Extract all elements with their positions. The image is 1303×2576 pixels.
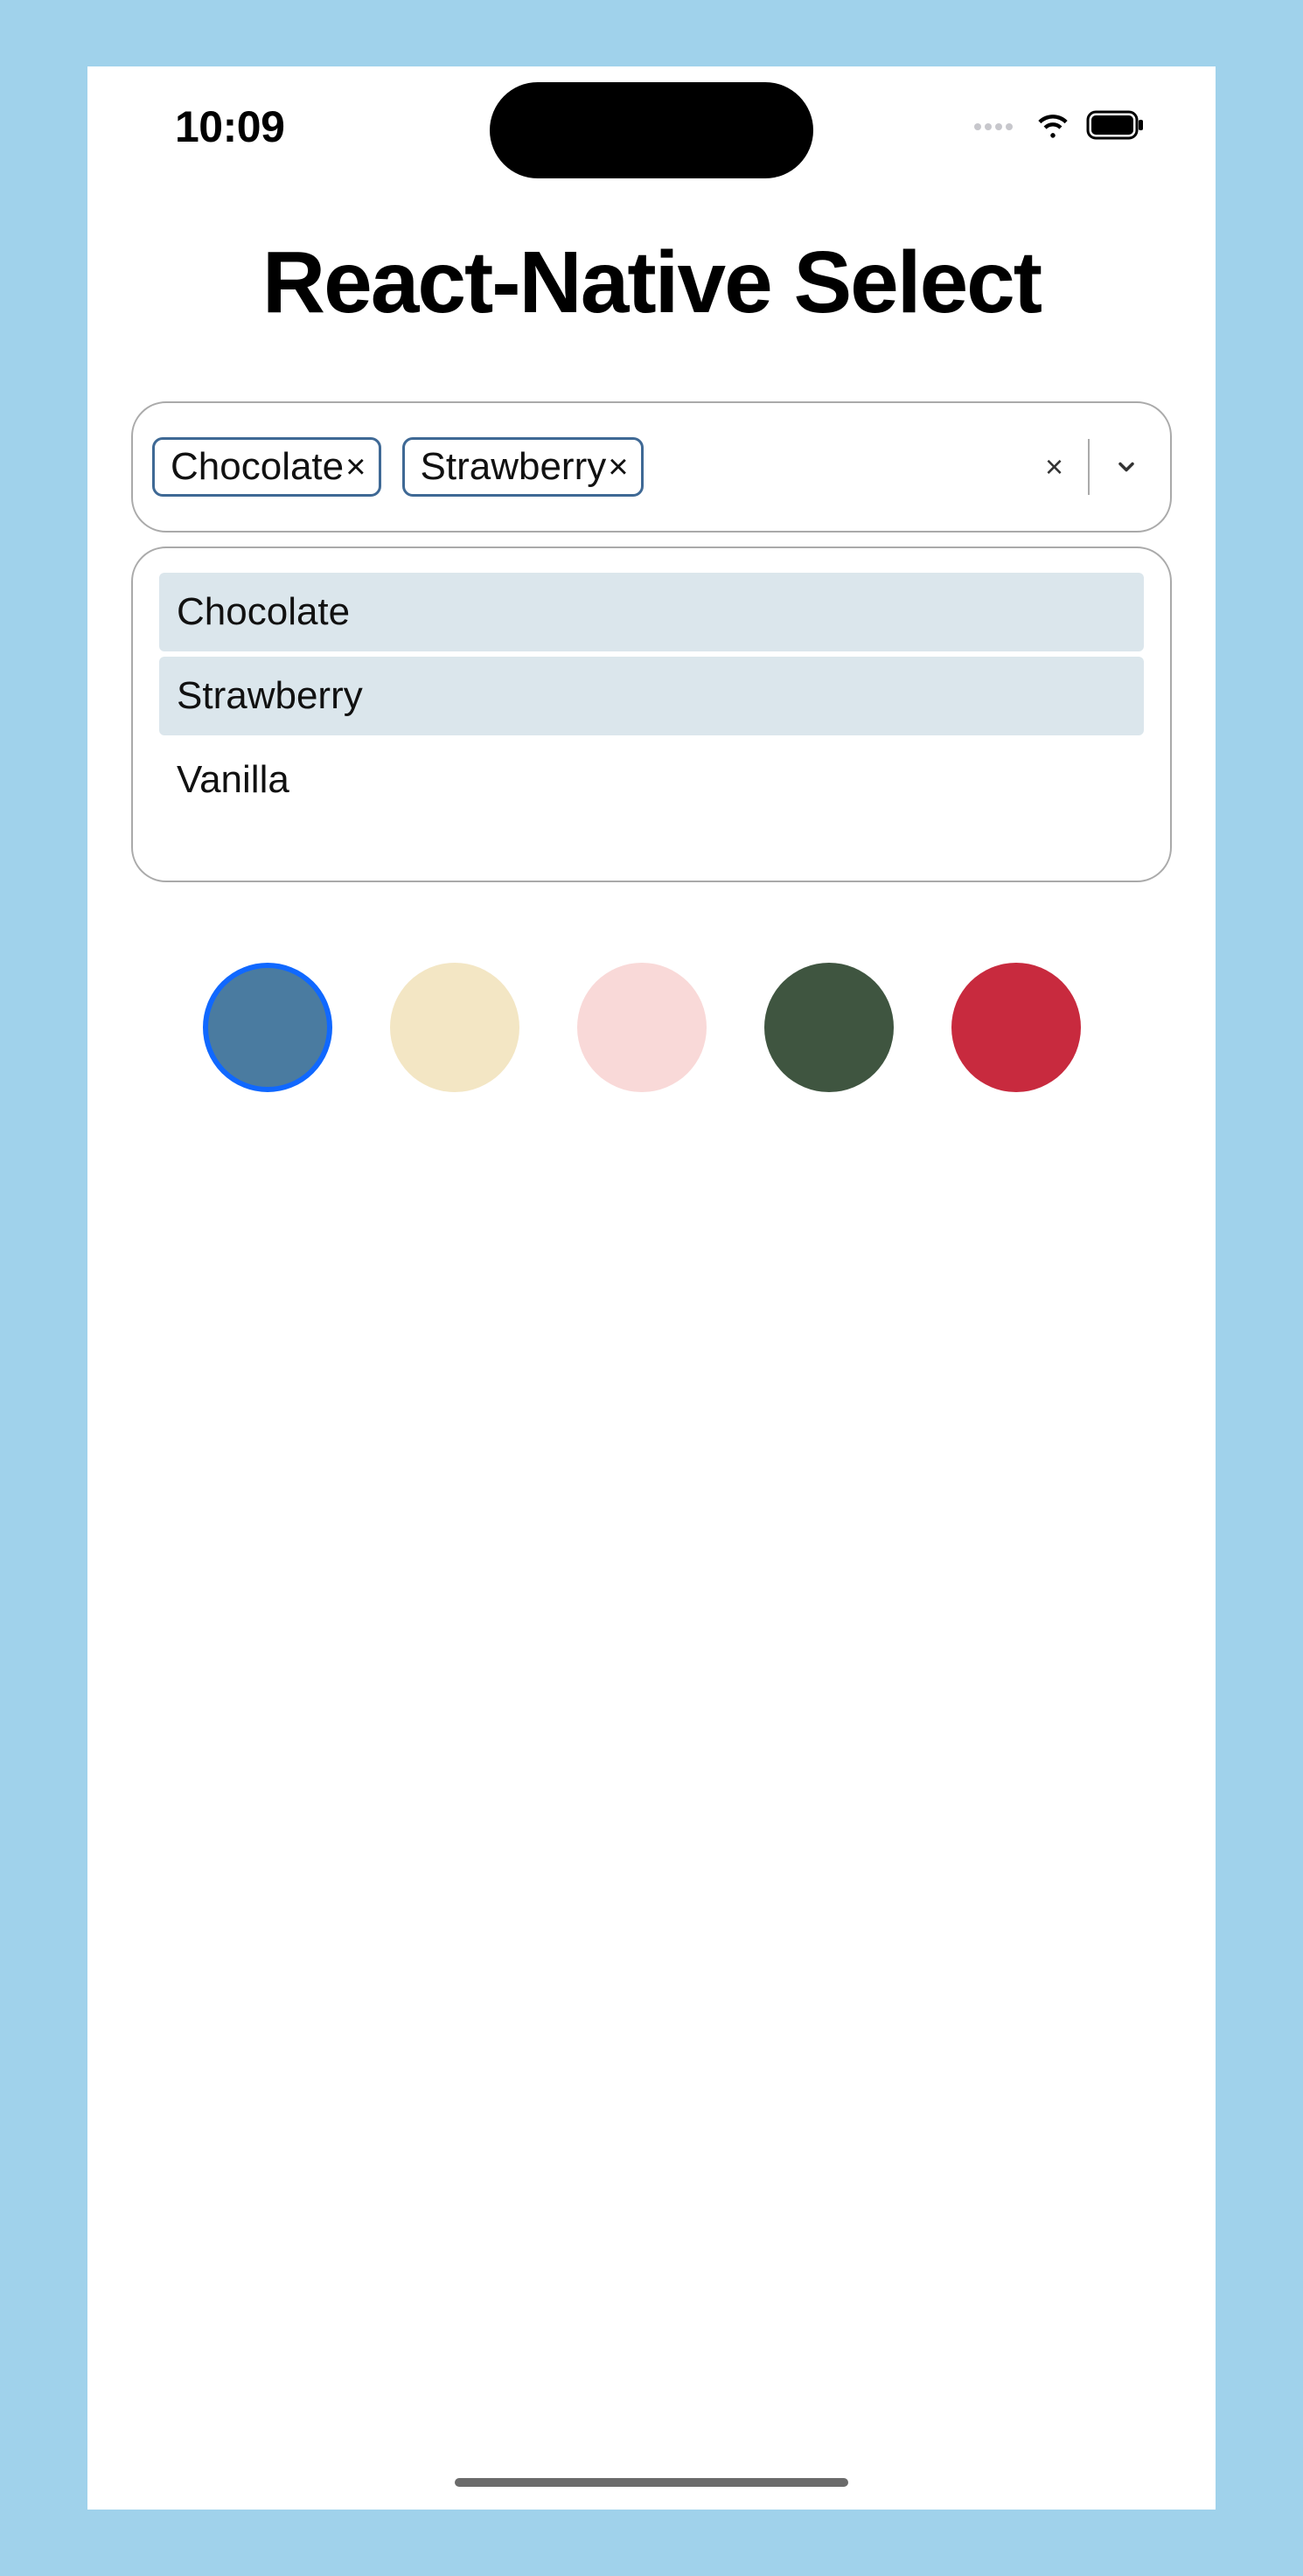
select-menu: ChocolateStrawberryVanilla: [131, 547, 1172, 882]
phone-frame: 10:09 React-Native Select Chocolate×Stra…: [87, 66, 1216, 2510]
notch: [490, 82, 813, 178]
clear-button[interactable]: ×: [1045, 449, 1063, 485]
home-indicator: [455, 2478, 848, 2487]
close-icon[interactable]: ×: [345, 449, 366, 484]
status-time: 10:09: [175, 101, 284, 152]
battery-icon: [1086, 110, 1146, 144]
color-swatch[interactable]: [203, 963, 332, 1092]
color-swatch[interactable]: [764, 963, 894, 1092]
select-chips: Chocolate×Strawberry×: [152, 437, 1028, 497]
chevron-down-icon[interactable]: [1114, 455, 1139, 479]
wifi-icon: [1034, 106, 1072, 149]
chip-label: Strawberry: [421, 445, 607, 489]
select-option[interactable]: Strawberry: [159, 657, 1144, 735]
cellular-dots-icon: [974, 123, 1013, 130]
content: React-Native Select Chocolate×Strawberry…: [87, 180, 1216, 1092]
color-swatches: [131, 963, 1172, 1092]
close-icon[interactable]: ×: [608, 449, 628, 484]
color-swatch[interactable]: [390, 963, 519, 1092]
status-right: [974, 106, 1146, 149]
select-actions: ×: [1045, 439, 1151, 495]
select-option[interactable]: Chocolate: [159, 573, 1144, 651]
chip[interactable]: Chocolate×: [152, 437, 381, 497]
color-swatch[interactable]: [951, 963, 1081, 1092]
chip[interactable]: Strawberry×: [402, 437, 644, 497]
page-title: React-Native Select: [131, 233, 1172, 333]
select-option[interactable]: Vanilla: [159, 741, 1144, 819]
divider: [1088, 439, 1090, 495]
select-control[interactable]: Chocolate×Strawberry× ×: [131, 401, 1172, 533]
status-bar: 10:09: [87, 66, 1216, 180]
color-swatch[interactable]: [577, 963, 707, 1092]
chip-label: Chocolate: [171, 445, 344, 489]
